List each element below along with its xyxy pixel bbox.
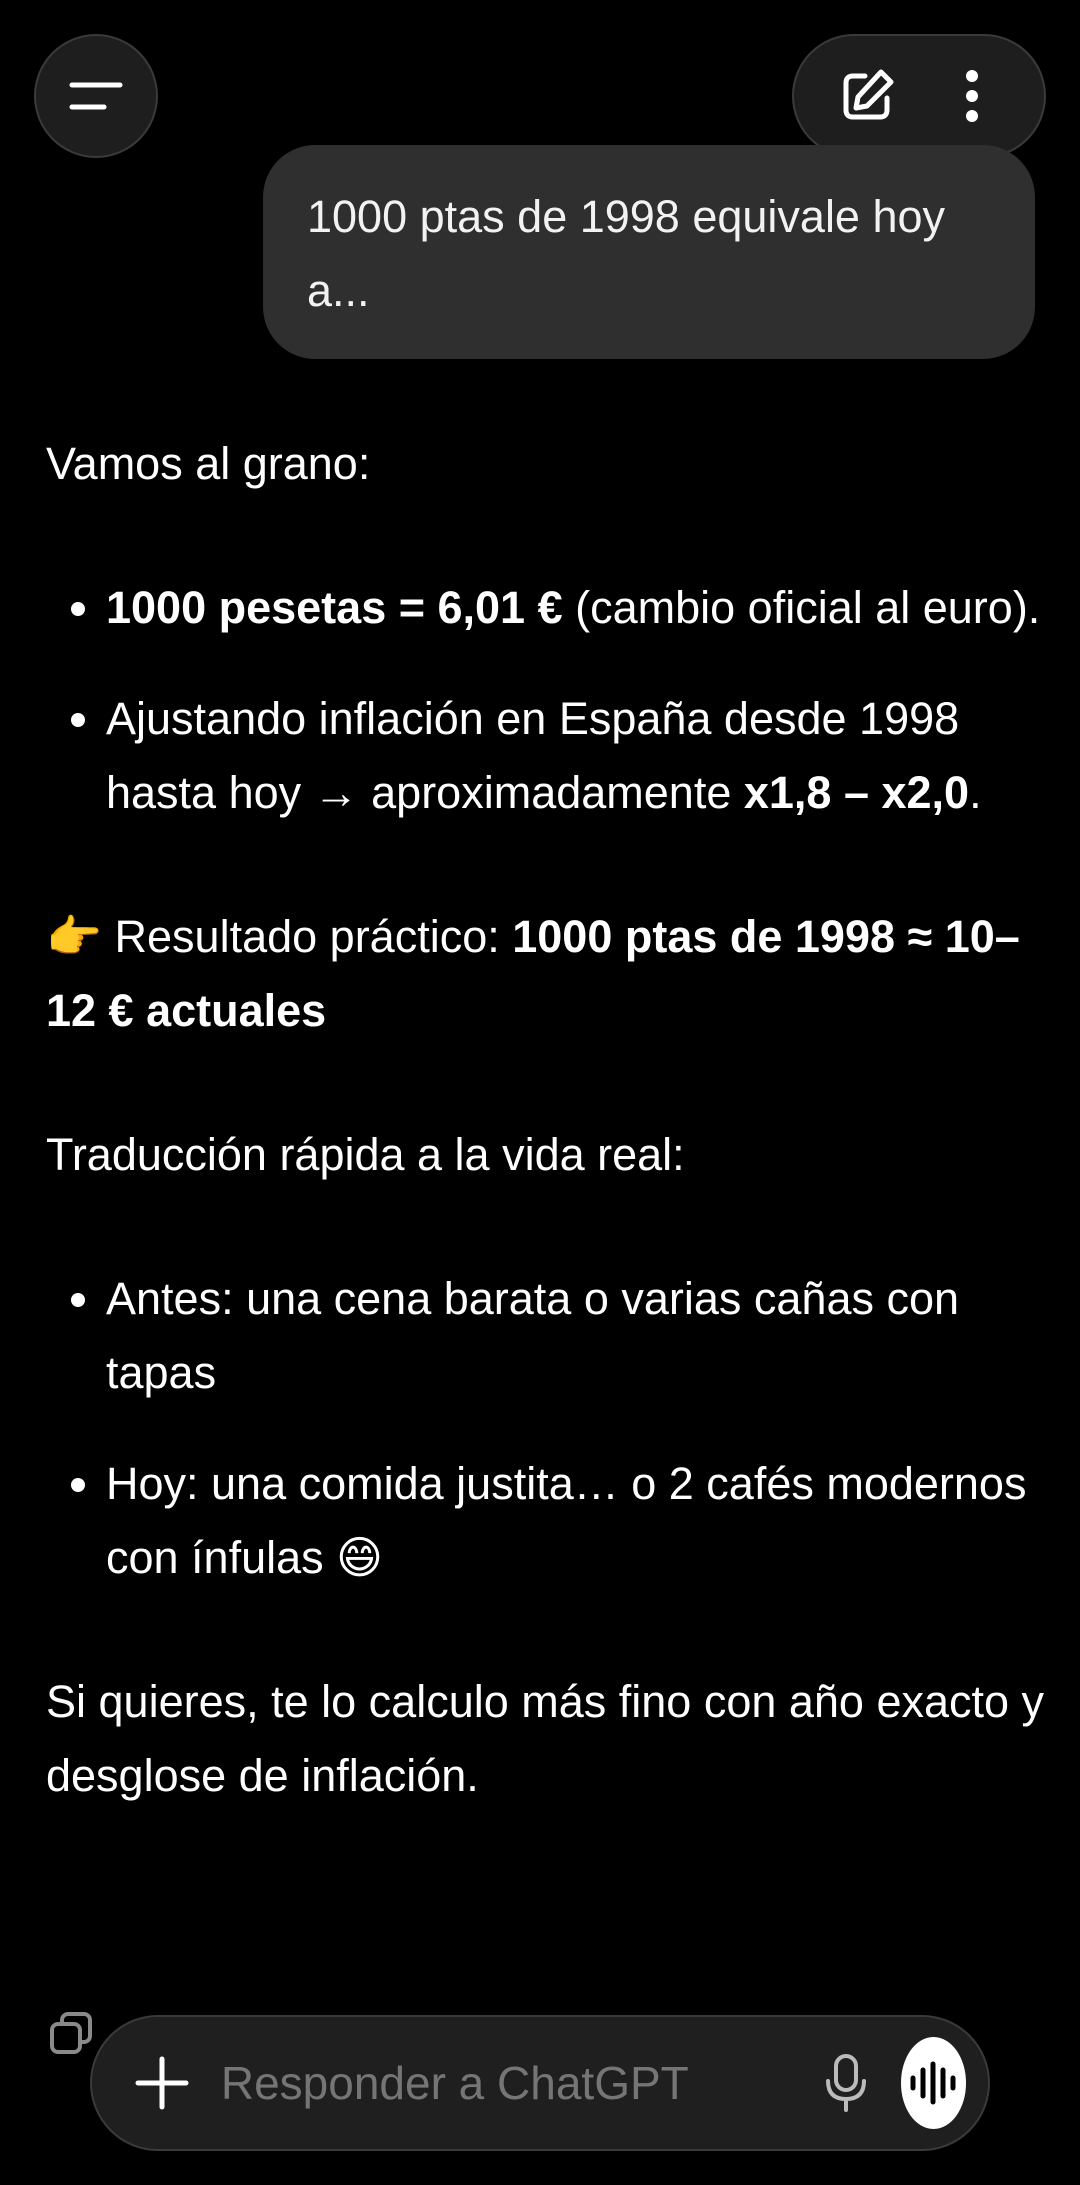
user-message-text: 1000 ptas de 1998 equivale hoy a... [307, 191, 946, 316]
new-chat-button[interactable] [822, 51, 912, 141]
list-item: Hoy: una comida justita… o 2 cafés moder… [46, 1447, 1046, 1595]
list-item-bold: x1,8 – x2,0 [743, 767, 970, 818]
list-item: Ajustando inflación en España desde 1998… [46, 682, 1046, 830]
dictation-button[interactable] [821, 2043, 871, 2123]
translation-intro: Traducción rápida a la vida real: [46, 1129, 685, 1180]
voice-waveform-icon [910, 2061, 956, 2105]
edit-icon [843, 69, 893, 120]
list-item: 1000 pesetas = 6,01 € (cambio oficial al… [46, 571, 1046, 645]
response-intro: Vamos al grano: [46, 438, 371, 489]
user-message-bubble: 1000 ptas de 1998 equivale hoy a... [263, 145, 1035, 359]
voice-mode-button[interactable] [900, 2037, 966, 2129]
menu-icon [69, 82, 123, 110]
list-item-bold: 1000 pesetas = 6,01 € [106, 582, 563, 633]
composer-bar [90, 2015, 990, 2151]
copy-icon[interactable] [48, 2010, 94, 2056]
menu-button[interactable] [34, 34, 158, 158]
list-item-text: Hoy: una comida justita… o 2 cafés moder… [106, 1458, 1027, 1583]
add-attachment-button[interactable] [134, 2043, 191, 2123]
assistant-response: Vamos al grano: 1000 pesetas = 6,01 € (c… [46, 427, 1046, 1813]
message-actions [48, 2010, 94, 2061]
grinning-emoji: 😄 [336, 1532, 384, 1583]
response-closing: Si quieres, te lo calculo más fino con a… [46, 1676, 1045, 1801]
list-item-text: Antes: una cena barata o varias cañas co… [106, 1273, 960, 1398]
list-item-text: (cambio oficial al euro). [562, 582, 1041, 633]
list-item: Antes: una cena barata o varias cañas co… [46, 1262, 1046, 1410]
top-actions [792, 34, 1046, 158]
list-item-tail: . [969, 767, 982, 818]
plus-icon [135, 2056, 189, 2110]
result-text: Resultado práctico: [102, 911, 513, 962]
mic-icon [825, 2054, 866, 2112]
more-options-button[interactable] [927, 51, 1017, 141]
result-line: 👉 Resultado práctico: 1000 ptas de 1998 … [46, 900, 1046, 1048]
message-input[interactable] [218, 2055, 821, 2111]
more-vertical-icon [965, 70, 978, 122]
pointing-hand-emoji: 👉 [46, 911, 103, 962]
